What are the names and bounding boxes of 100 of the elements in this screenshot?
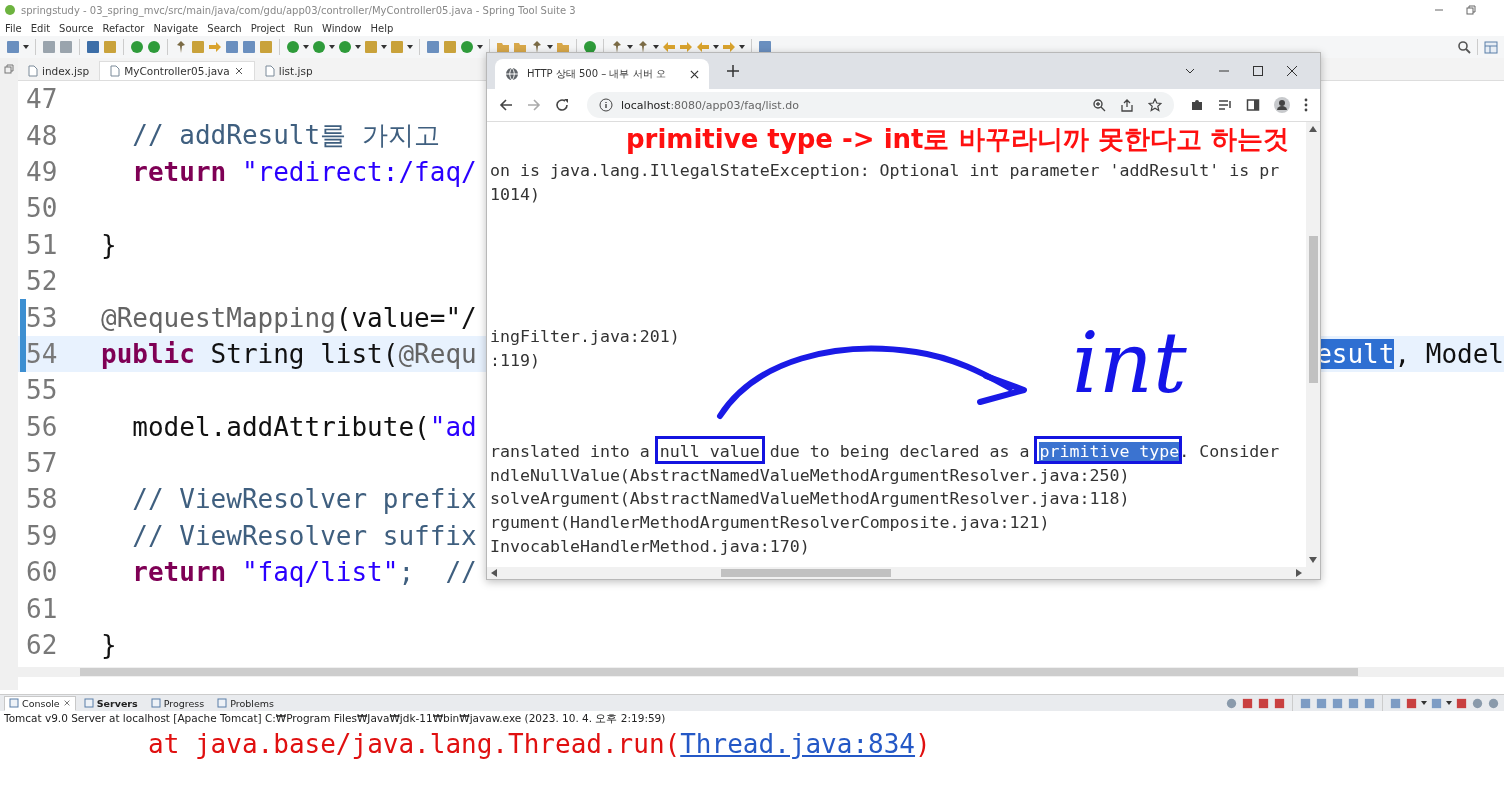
editor-tab[interactable]: index.jsp: [18, 62, 100, 80]
restore-icon[interactable]: [4, 64, 14, 74]
square-icon[interactable]: [1273, 696, 1286, 710]
tab-label: Progress: [163, 697, 205, 709]
menu-item[interactable]: Run: [293, 22, 314, 34]
caret-icon[interactable]: [329, 45, 335, 49]
close-icon[interactable]: [1286, 65, 1298, 77]
address-bar[interactable]: localhost:8080/app03/faq/list.do: [587, 92, 1174, 118]
view-tab[interactable]: Console: [4, 695, 76, 711]
caret-icon[interactable]: [303, 45, 309, 49]
scroll-right-icon[interactable]: [1296, 569, 1302, 577]
circle-icon[interactable]: [130, 40, 144, 54]
view-tab[interactable]: Problems: [212, 695, 279, 711]
caret-icon[interactable]: [547, 45, 553, 49]
code-line: return "redirect:/faq/: [131, 156, 477, 187]
error-text: rgument(HandlerMethodArgumentResolverComposite.java:121): [490, 511, 1051, 534]
window-title: springstudy - 03_spring_mvc/src/main/java/com/gdu/app03/controller/MyController05.java - Spring Tool Suite 3: [21, 4, 576, 16]
view-icon: [83, 698, 94, 708]
maximize-icon[interactable]: [1252, 65, 1264, 77]
menu-item[interactable]: Window: [322, 22, 362, 34]
code-line: @RequestMapping(value="/: [101, 302, 477, 333]
scrollbar-thumb[interactable]: [721, 569, 891, 577]
line-number: 61: [26, 593, 59, 624]
menu-item[interactable]: Edit: [30, 22, 51, 34]
square-icon[interactable]: [103, 40, 117, 54]
caret-icon[interactable]: [739, 45, 745, 49]
circle-icon[interactable]: [1225, 696, 1238, 710]
line-number: 60: [26, 557, 59, 588]
stack-trace-link[interactable]: Thread.java:834: [680, 729, 916, 759]
editor-tab[interactable]: MyController05.java: [99, 61, 255, 80]
caret-icon[interactable]: [381, 45, 387, 49]
share-icon[interactable]: [1120, 98, 1134, 112]
forward-icon[interactable]: [527, 98, 541, 112]
plus-icon[interactable]: [727, 65, 739, 77]
line-number: 48: [26, 120, 59, 151]
circle-icon[interactable]: [1487, 696, 1500, 710]
menu-item[interactable]: Refactor: [102, 22, 145, 34]
scroll-up-icon[interactable]: [1309, 126, 1317, 132]
error-text: 1014): [490, 183, 541, 206]
code-line: }: [101, 630, 117, 661]
view-tab[interactable]: Servers: [78, 695, 143, 711]
view-tab[interactable]: Progress: [145, 695, 210, 711]
caret-icon[interactable]: [1421, 701, 1427, 705]
square-icon[interactable]: [1257, 696, 1270, 710]
error-text: :119): [490, 350, 541, 373]
caret-icon[interactable]: [713, 45, 719, 49]
menu-item[interactable]: Help: [370, 22, 394, 34]
square-icon[interactable]: [1405, 696, 1418, 710]
square-icon[interactable]: [443, 40, 457, 54]
browser-tab[interactable]: HTTP 상태 500 – 내부 서버 오: [495, 59, 709, 89]
close-icon[interactable]: [690, 69, 699, 79]
caret-icon[interactable]: [477, 45, 483, 49]
restore-icon[interactable]: [1466, 5, 1476, 15]
menu-item[interactable]: File: [5, 22, 22, 34]
caret-icon[interactable]: [1446, 701, 1452, 705]
line-number: 58: [26, 484, 59, 515]
scrollbar-thumb[interactable]: [80, 668, 1358, 676]
star-icon[interactable]: [1148, 98, 1162, 112]
search-icon[interactable]: [1457, 40, 1471, 54]
zoom-icon[interactable]: [1092, 98, 1106, 112]
menu-item[interactable]: Project: [250, 22, 285, 34]
square-icon[interactable]: [191, 40, 205, 54]
square-icon[interactable]: [1241, 696, 1254, 710]
menu-item[interactable]: Search: [207, 22, 242, 34]
caret-icon[interactable]: [627, 45, 633, 49]
back-icon[interactable]: [499, 98, 513, 112]
tab-label: list.jsp: [278, 65, 313, 77]
menu-item[interactable]: Source: [59, 22, 94, 34]
scroll-down-icon[interactable]: [1309, 557, 1317, 563]
caret-icon[interactable]: [653, 45, 659, 49]
error-text: InvocableHandlerMethod.java:170): [490, 535, 811, 558]
caret-icon[interactable]: [407, 45, 413, 49]
line-number: 62: [26, 630, 59, 661]
code-line: // ViewResolver prefix: [131, 484, 477, 515]
scroll-left-icon[interactable]: [491, 569, 497, 577]
line-number: 57: [26, 448, 59, 479]
more-icon[interactable]: [1304, 98, 1308, 112]
circle-icon[interactable]: [147, 40, 161, 54]
code-line: // addResult를 가지고: [131, 119, 440, 153]
perspective-icon[interactable]: [1484, 40, 1498, 54]
side-panel-icon[interactable]: [1246, 98, 1260, 112]
line-number: 47: [26, 84, 59, 115]
playlist-icon[interactable]: [1218, 98, 1232, 112]
menu-item[interactable]: Navigate: [153, 22, 199, 34]
caret-icon[interactable]: [23, 45, 29, 49]
editor-tab[interactable]: list.jsp: [254, 62, 323, 80]
avatar-icon[interactable]: [1274, 97, 1290, 113]
square-icon[interactable]: [259, 40, 273, 54]
caret-icon[interactable]: [355, 45, 361, 49]
scrollbar-thumb[interactable]: [1308, 236, 1318, 383]
right-arrow-icon[interactable]: [208, 40, 222, 54]
code-line: return "faq/list"; //: [131, 557, 477, 588]
reload-icon[interactable]: [555, 98, 569, 112]
close-icon[interactable]: [233, 66, 244, 76]
line-number: 50: [26, 193, 59, 224]
right-arrow-icon[interactable]: [679, 40, 693, 54]
circle-icon[interactable]: [1471, 696, 1484, 710]
circle-icon[interactable]: [583, 40, 597, 54]
info-icon[interactable]: [599, 98, 613, 112]
square-icon[interactable]: [1455, 696, 1468, 710]
